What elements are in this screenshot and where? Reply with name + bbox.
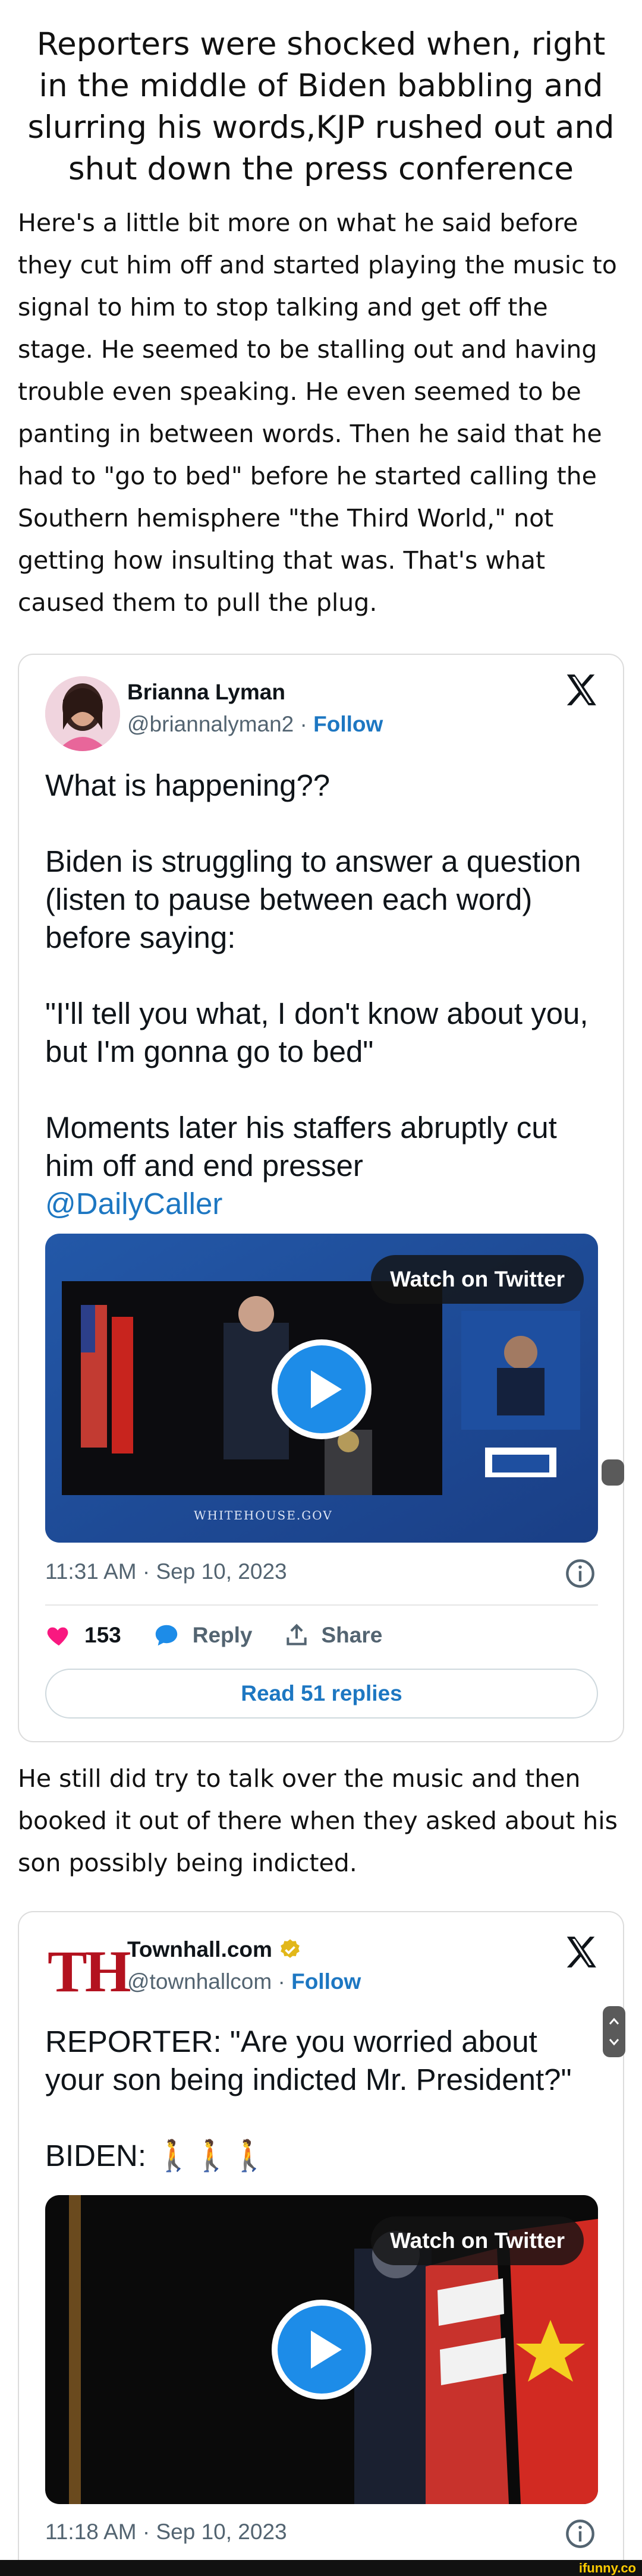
separator-dot: · (278, 1969, 285, 1994)
tweet-text: What is happening?? Biden is struggling … (45, 767, 604, 1223)
tweet-line: REPORTER: "Are you worried about your so… (45, 2025, 572, 2096)
tweet-line: Moments later his staffers abruptly cut … (45, 1109, 604, 1223)
brand-watermark: ifunny.co (578, 2561, 636, 2575)
watermark-bar: ifunny.co (0, 2560, 642, 2576)
author-handle-row: @briannalyman2 · Follow (127, 712, 383, 737)
share-icon (286, 1623, 307, 1645)
author-name-row: Townhall.com (127, 1937, 302, 1962)
post-paragraph-2: He still did try to talk over the music … (18, 1764, 618, 1877)
tweet-timestamp[interactable]: 11:18 AM · Sep 10, 2023 (45, 2520, 287, 2545)
tweet-text: REPORTER: "Are you worried about your so… (45, 2023, 604, 2175)
follow-link[interactable]: Follow (313, 712, 383, 736)
separator-dot: · (300, 712, 307, 736)
tweet-actions: 153 Reply Share (45, 1619, 413, 1652)
author-name[interactable]: Brianna Lyman (127, 680, 285, 705)
tweet-line: "I'll tell you what, I don't know about … (45, 997, 588, 1068)
post-paragraph-1: Here's a little bit more on what he said… (18, 209, 617, 617)
author-handle[interactable]: @briannalyman2 (127, 712, 294, 736)
tweet-timestamp[interactable]: 11:31 AM · Sep 10, 2023 (45, 1559, 287, 1584)
share-label: Share (321, 1623, 383, 1647)
reply-bubble-icon (155, 1625, 177, 1646)
like-button[interactable]: 153 (45, 1622, 121, 1649)
share-button[interactable]: Share (284, 1622, 383, 1648)
author-name[interactable]: Townhall.com (127, 1937, 272, 1962)
like-count: 153 (84, 1623, 121, 1647)
scroll-handle[interactable] (602, 1459, 624, 1486)
play-icon[interactable] (269, 2297, 374, 2402)
author-handle-row: @townhallcom · Follow (127, 1969, 361, 1994)
reply-label: Reply (192, 1623, 253, 1647)
post-title: Reporters were shocked when, right in th… (27, 26, 615, 187)
tweet-line: What is happening?? (45, 768, 331, 802)
mention-link[interactable]: @DailyCaller (45, 1185, 604, 1223)
tweet-card-1: Brianna Lyman @briannalyman2 · Follow Wh… (18, 654, 624, 1742)
watch-on-twitter-button[interactable]: Watch on Twitter (371, 1255, 584, 1304)
tweet-line: Biden is struggling to answer a question… (45, 844, 581, 954)
tweet-line-text: Moments later his staffers abruptly cut … (45, 1111, 557, 1183)
info-icon[interactable] (565, 1558, 596, 1589)
tweet-line: BIDEN: 🚶🚶🚶 (45, 2139, 268, 2173)
video-caption: WHITEHOUSE.GOV (194, 1508, 333, 1522)
info-icon[interactable] (565, 2518, 596, 2549)
reply-button[interactable]: Reply (152, 1622, 253, 1649)
tweet-card-2: TH Townhall.com @townhallcom · Follow RE… (18, 1911, 624, 2565)
author-avatar[interactable] (45, 676, 120, 751)
scroll-arrows-icon (609, 2017, 619, 2046)
verified-badge-icon (281, 1939, 300, 1958)
townhall-logo[interactable]: TH (48, 1942, 131, 2001)
watch-on-twitter-button[interactable]: Watch on Twitter (371, 2216, 584, 2265)
read-replies-button[interactable]: Read 51 replies (45, 1669, 598, 1719)
author-handle[interactable]: @townhallcom (127, 1969, 272, 1994)
video-thumbnail[interactable]: WHITEHOUSE.GOV Watch on Twitter (45, 1234, 598, 1543)
follow-link[interactable]: Follow (291, 1969, 361, 1994)
x-logo-icon[interactable] (562, 671, 599, 708)
play-icon[interactable] (269, 1337, 374, 1442)
scroll-handle[interactable] (603, 2006, 625, 2057)
video-thumbnail[interactable]: Watch on Twitter (45, 2195, 598, 2504)
heart-icon (47, 1627, 68, 1646)
divider (45, 1604, 598, 1606)
x-logo-icon[interactable] (562, 1934, 599, 1970)
